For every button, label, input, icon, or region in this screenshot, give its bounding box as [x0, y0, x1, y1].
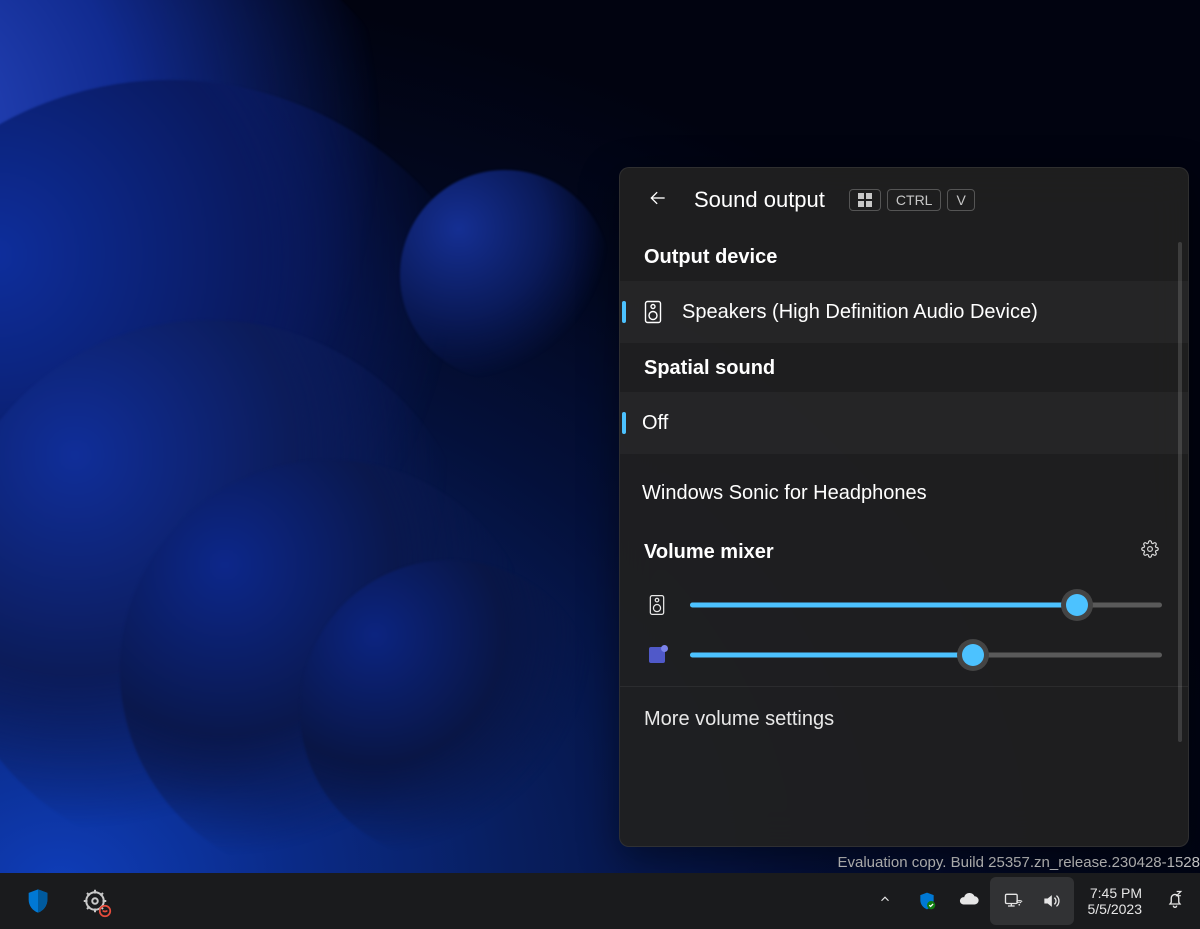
mixer-channel-system	[646, 580, 1162, 630]
cloud-icon	[958, 888, 980, 915]
shortcut-key-ctrl: CTRL	[887, 189, 942, 211]
desktop-watermark: Evaluation copy. Build 25357.zn_release.…	[838, 854, 1200, 871]
network-tray-icon	[994, 877, 1032, 925]
tray-overflow-button[interactable]	[864, 877, 906, 925]
taskbar: 7:45 PM 5/5/2023	[0, 873, 1200, 929]
quick-settings-button[interactable]	[990, 877, 1074, 925]
bell-snooze-icon	[1165, 889, 1185, 914]
shortcut-key-v: V	[947, 189, 974, 211]
link-label: More volume settings	[644, 708, 834, 731]
clock-time: 7:45 PM	[1088, 885, 1143, 901]
volume-slider-teams[interactable]	[690, 644, 1162, 666]
mixer-settings-button[interactable]	[1136, 538, 1164, 566]
notification-center-button[interactable]	[1156, 877, 1194, 925]
gear-icon	[1141, 540, 1159, 564]
popup-title: Sound output	[694, 187, 825, 213]
onedrive-tray-icon[interactable]	[948, 877, 990, 925]
section-label: Output device	[644, 246, 777, 269]
speaker-icon	[642, 300, 664, 324]
security-tray-icon[interactable]	[906, 877, 948, 925]
speaker-icon	[646, 594, 668, 616]
settings-dev-taskbar-icon[interactable]	[80, 886, 110, 916]
section-label: Volume mixer	[644, 541, 774, 564]
volume-tray-icon	[1032, 877, 1070, 925]
clock-date: 5/5/2023	[1088, 901, 1143, 917]
windows-key-icon	[849, 189, 881, 211]
arrow-left-icon	[648, 188, 668, 213]
option-label: Windows Sonic for Headphones	[642, 482, 927, 505]
volume-slider-system[interactable]	[690, 594, 1162, 616]
shortcut-hint: CTRL V	[849, 189, 975, 211]
back-button[interactable]	[640, 182, 676, 218]
spatial-sound-option-sonic[interactable]: Windows Sonic for Headphones	[620, 462, 1188, 524]
mixer-channel-teams	[646, 630, 1162, 680]
sound-output-popup: Sound output CTRL V Output device Speake…	[619, 167, 1189, 847]
section-label: Spatial sound	[644, 357, 775, 380]
output-device-option[interactable]: Speakers (High Definition Audio Device)	[620, 281, 1188, 343]
section-output-device: Output device	[620, 232, 1188, 281]
section-spatial-sound: Spatial sound	[620, 343, 1188, 392]
windows-security-taskbar-icon[interactable]	[24, 887, 52, 915]
section-volume-mixer: Volume mixer	[620, 524, 1188, 578]
more-volume-settings-link[interactable]: More volume settings	[620, 686, 1188, 752]
spatial-sound-option-off[interactable]: Off	[620, 392, 1188, 454]
output-device-label: Speakers (High Definition Audio Device)	[682, 301, 1038, 324]
teams-icon	[646, 647, 668, 663]
taskbar-clock[interactable]: 7:45 PM 5/5/2023	[1074, 885, 1157, 917]
option-label: Off	[642, 412, 668, 435]
chevron-up-icon	[878, 892, 892, 911]
